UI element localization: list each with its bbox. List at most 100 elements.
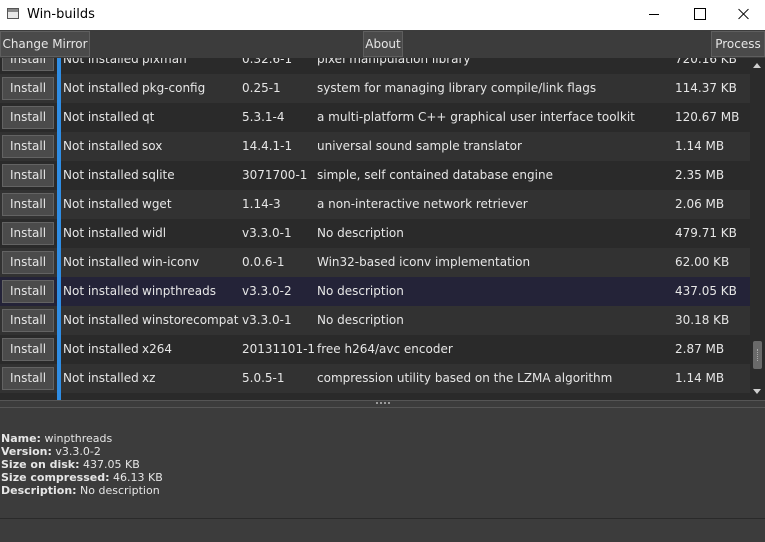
scroll-up-arrow-icon[interactable] bbox=[753, 63, 761, 68]
install-button[interactable]: Install bbox=[2, 338, 54, 361]
package-size: 62.00 KB bbox=[675, 255, 730, 269]
status-indicator bbox=[57, 248, 61, 277]
install-button[interactable]: Install bbox=[2, 77, 54, 100]
package-status: Not installed bbox=[63, 371, 139, 385]
window-title: Win-builds bbox=[27, 7, 95, 22]
minimize-button[interactable] bbox=[631, 0, 677, 30]
package-size: 2.35 MB bbox=[675, 168, 725, 182]
status-indicator bbox=[57, 103, 61, 132]
package-description: No description bbox=[317, 313, 404, 327]
package-row[interactable]: Install Not installed xz 5.0.5-1 compression… bbox=[0, 364, 750, 393]
app-window-icon bbox=[7, 8, 19, 19]
package-size: 479.71 KB bbox=[675, 226, 737, 240]
status-bar bbox=[0, 518, 765, 542]
package-row[interactable]: Install Not installed x264 20131101-1 free h… bbox=[0, 335, 750, 364]
process-button[interactable]: Process bbox=[711, 31, 765, 57]
install-button[interactable]: Install bbox=[2, 367, 54, 390]
package-name: xz bbox=[142, 371, 156, 385]
status-indicator bbox=[57, 74, 61, 103]
install-button[interactable]: Install bbox=[2, 280, 54, 303]
package-description: No description bbox=[317, 226, 404, 240]
install-button[interactable]: Install bbox=[2, 222, 54, 245]
detail-size-disk-label: Size on disk: bbox=[1, 458, 80, 471]
package-description: system for managing library compile/link… bbox=[317, 81, 597, 95]
pane-splitter[interactable] bbox=[0, 400, 765, 408]
package-row[interactable]: Install Not installed widl v3.3.0-1 No descr… bbox=[0, 219, 750, 248]
package-version: 3071700-1 bbox=[242, 168, 308, 182]
package-row[interactable]: Install Not installed pixman 0.32.6-1 pixel … bbox=[0, 58, 750, 74]
package-name: wget bbox=[142, 197, 172, 211]
package-version: 20131101-1 bbox=[242, 342, 316, 356]
package-row[interactable]: Install Not installed winpthreads v3.3.0-2 N… bbox=[0, 277, 750, 306]
status-indicator bbox=[57, 335, 61, 364]
toolbar: Change Mirror About Process bbox=[0, 30, 765, 58]
install-button[interactable]: Install bbox=[2, 251, 54, 274]
package-name: x264 bbox=[142, 342, 173, 356]
package-description: a non-interactive network retriever bbox=[317, 197, 528, 211]
scrollbar-thumb[interactable] bbox=[753, 341, 762, 369]
package-row[interactable]: Install Not installed sqlite 3071700-1 simpl… bbox=[0, 161, 750, 190]
package-status: Not installed bbox=[63, 81, 139, 95]
package-row[interactable]: Install Not installed wget 1.14-3 a non-inte… bbox=[0, 190, 750, 219]
close-button[interactable] bbox=[721, 0, 765, 30]
detail-version: Version: v3.3.0-2 bbox=[1, 445, 101, 458]
package-status: Not installed bbox=[63, 110, 139, 124]
package-size: 120.67 MB bbox=[675, 110, 740, 124]
status-indicator bbox=[57, 58, 61, 74]
package-name: qt bbox=[142, 110, 155, 124]
package-row[interactable]: Install Not installed pkg-config 0.25-1 syst… bbox=[0, 74, 750, 103]
package-name: pkg-config bbox=[142, 81, 206, 95]
status-indicator bbox=[57, 393, 61, 400]
package-status: Not installed bbox=[63, 168, 139, 182]
install-button[interactable]: Install bbox=[2, 106, 54, 129]
scroll-down-arrow-icon[interactable] bbox=[753, 389, 761, 394]
package-size: 2.87 MB bbox=[675, 342, 725, 356]
package-version: 0.25-1 bbox=[242, 81, 281, 95]
package-status: Not installed bbox=[63, 226, 139, 240]
detail-size-disk: Size on disk: 437.05 KB bbox=[1, 458, 140, 471]
detail-size-compressed-label: Size compressed: bbox=[1, 471, 110, 484]
package-status: Not installed bbox=[63, 197, 139, 211]
status-indicator bbox=[57, 161, 61, 190]
install-button[interactable]: Install bbox=[2, 58, 54, 71]
detail-description-label: Description: bbox=[1, 484, 77, 497]
package-version: v3.3.0-1 bbox=[242, 313, 292, 327]
package-row[interactable]: Install Not installed qt 5.3.1-4 a multi-pla… bbox=[0, 103, 750, 132]
detail-version-label: Version: bbox=[1, 445, 52, 458]
package-status: Not installed bbox=[63, 342, 139, 356]
about-button[interactable]: About bbox=[363, 31, 403, 57]
package-row[interactable]: Install Not installed winstorecompat v3.3.0… bbox=[0, 306, 750, 335]
package-status: Not installed bbox=[63, 139, 139, 153]
package-status: Not installed bbox=[63, 284, 139, 298]
package-status: Not installed bbox=[63, 313, 139, 327]
package-details: Name: winpthreads Version: v3.3.0-2 Size… bbox=[0, 408, 765, 518]
package-version: 14.4.1-1 bbox=[242, 139, 293, 153]
package-version: 0.0.6-1 bbox=[242, 255, 285, 269]
package-size: 2.06 MB bbox=[675, 197, 725, 211]
detail-description-value: No description bbox=[80, 484, 160, 497]
package-name: sox bbox=[142, 139, 163, 153]
status-indicator bbox=[57, 190, 61, 219]
package-version: v3.3.0-1 bbox=[242, 226, 292, 240]
change-mirror-button[interactable]: Change Mirror bbox=[0, 31, 90, 57]
vertical-scrollbar[interactable] bbox=[750, 58, 765, 400]
install-button[interactable]: Install bbox=[2, 193, 54, 216]
package-row[interactable]: Install Not installed sox 14.4.1-1 universal… bbox=[0, 132, 750, 161]
install-button[interactable]: Install bbox=[2, 164, 54, 187]
maximize-button[interactable] bbox=[677, 0, 723, 30]
package-status: Not installed bbox=[63, 255, 139, 269]
package-row[interactable]: Install Not installed win-iconv 0.0.6-1 Win3… bbox=[0, 248, 750, 277]
package-version: 0.32.6-1 bbox=[242, 58, 293, 66]
detail-name-label: Name: bbox=[1, 432, 41, 445]
detail-size-disk-value: 437.05 KB bbox=[83, 458, 140, 471]
package-name: win-iconv bbox=[142, 255, 200, 269]
package-version: 1.14-3 bbox=[242, 197, 281, 211]
install-button[interactable]: Install bbox=[2, 135, 54, 158]
status-indicator bbox=[57, 132, 61, 161]
package-description: a multi-platform C++ graphical user inte… bbox=[317, 110, 635, 124]
package-name: widl bbox=[142, 226, 167, 240]
install-button[interactable]: Install bbox=[2, 309, 54, 332]
package-description: universal sound sample translator bbox=[317, 139, 522, 153]
package-row[interactable] bbox=[0, 393, 750, 400]
package-name: winpthreads bbox=[142, 284, 216, 298]
